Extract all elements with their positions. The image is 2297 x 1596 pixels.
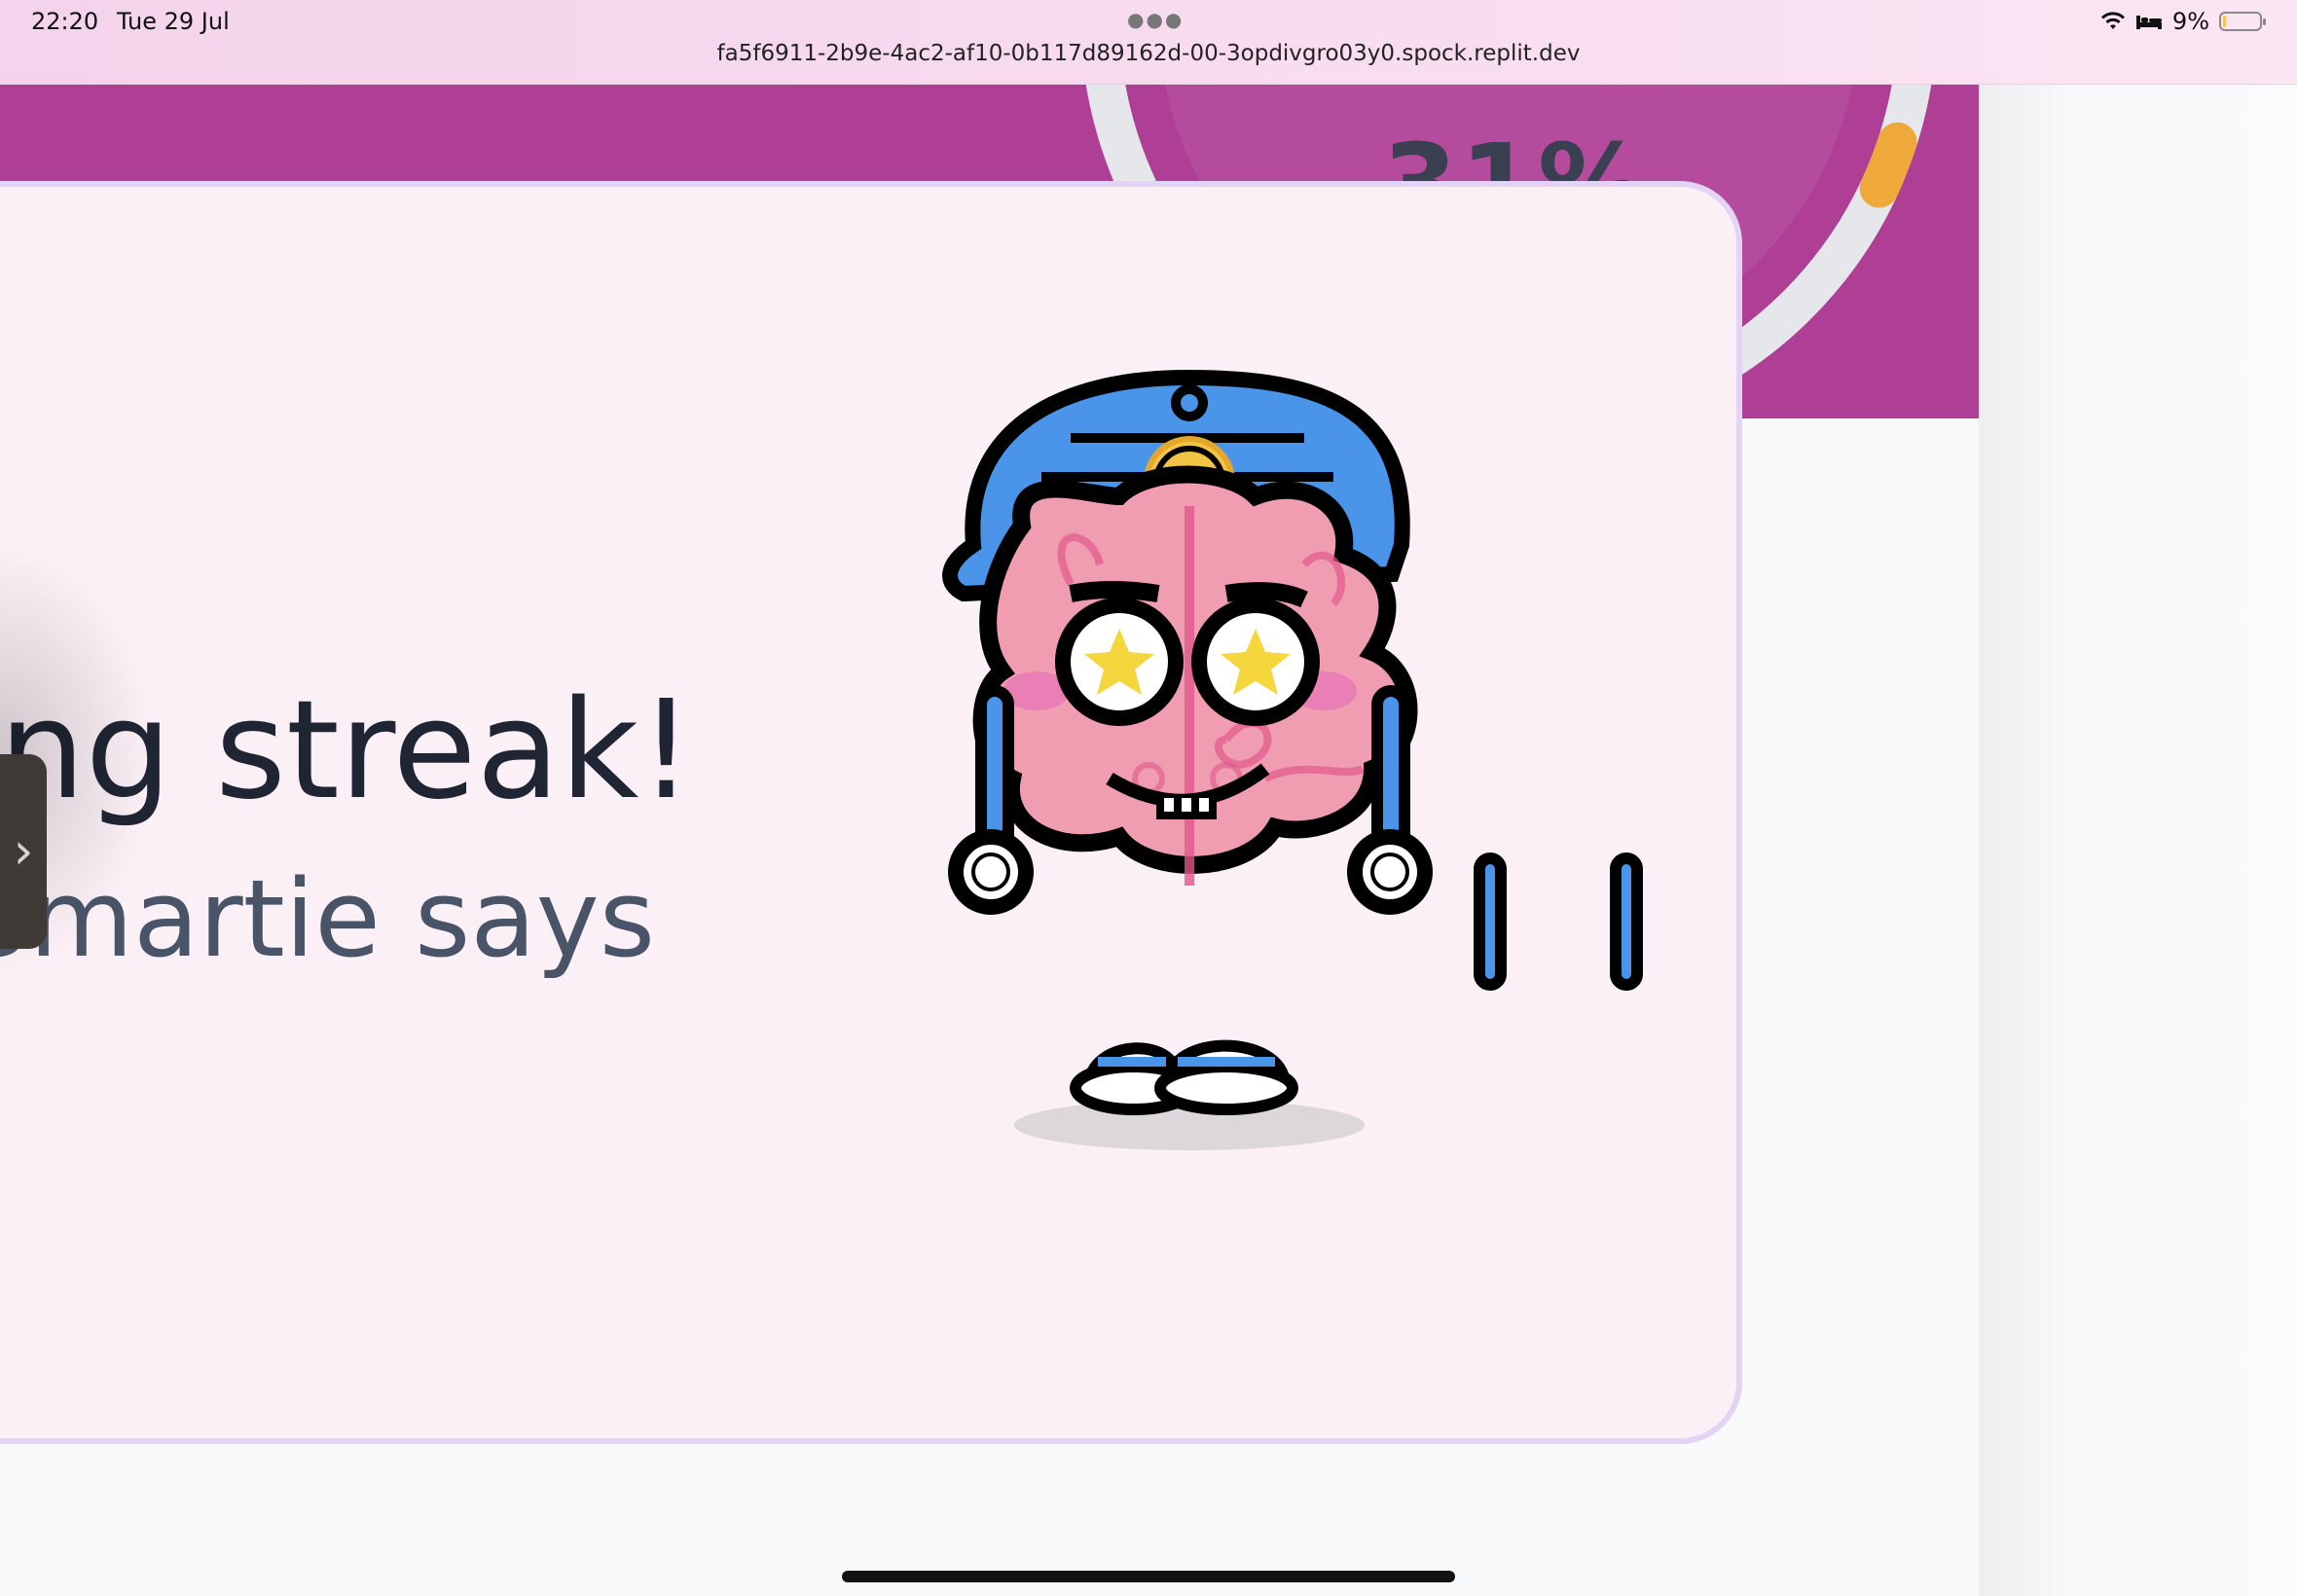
status-time: 22:20 (31, 8, 99, 35)
multitasking-dots-icon[interactable]: ●●● (1127, 8, 1184, 31)
smartie-mascot: £ (942, 370, 1643, 1150)
right-column (1979, 84, 2297, 1596)
left-leg (1474, 852, 1507, 991)
battery-percent: 9% (2171, 8, 2209, 35)
home-indicator[interactable] (842, 1571, 1455, 1582)
bed-icon (2135, 16, 2162, 29)
status-indicators: 9% (2100, 8, 2266, 35)
side-panel-tab[interactable]: › (0, 754, 47, 949)
status-bar: 22:20 Tue 29 Jul ●●● fa5f6911-2b9e-4ac2-… (0, 0, 2297, 85)
cap-button (1171, 384, 1208, 421)
right-leg (1610, 852, 1643, 991)
chevron-right-icon: › (13, 822, 34, 881)
gauge-fill (1859, 122, 1917, 208)
address-url[interactable]: fa5f6911-2b9e-4ac2-af10-0b117d89162d-00-… (0, 41, 2297, 66)
wifi-icon (2100, 12, 2125, 29)
status-date: Tue 29 Jul (117, 8, 230, 35)
battery-icon (2219, 12, 2266, 31)
